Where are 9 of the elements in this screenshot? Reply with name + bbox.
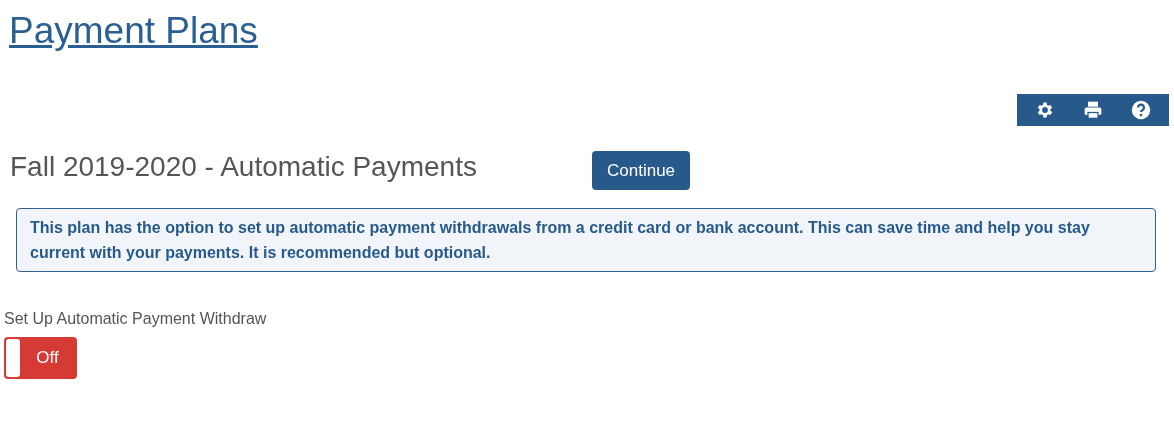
section-heading: Fall 2019-2020 - Automatic Payments [10,150,478,184]
toggle-switch[interactable]: Off [4,337,77,379]
settings-icon[interactable] [1035,100,1055,120]
continue-button[interactable]: Continue [592,151,691,190]
help-icon[interactable] [1131,100,1151,120]
page-title-link[interactable]: Payment Plans [9,10,258,51]
printer-icon[interactable] [1083,100,1103,120]
toggle-label: Set Up Automatic Payment Withdraw [4,309,268,329]
info-message: This plan has the option to set up automatic payment withdrawals from a credit card or bank account. This can save time and help you stay current with your payments. It is recommended but optional. [16,208,1156,272]
